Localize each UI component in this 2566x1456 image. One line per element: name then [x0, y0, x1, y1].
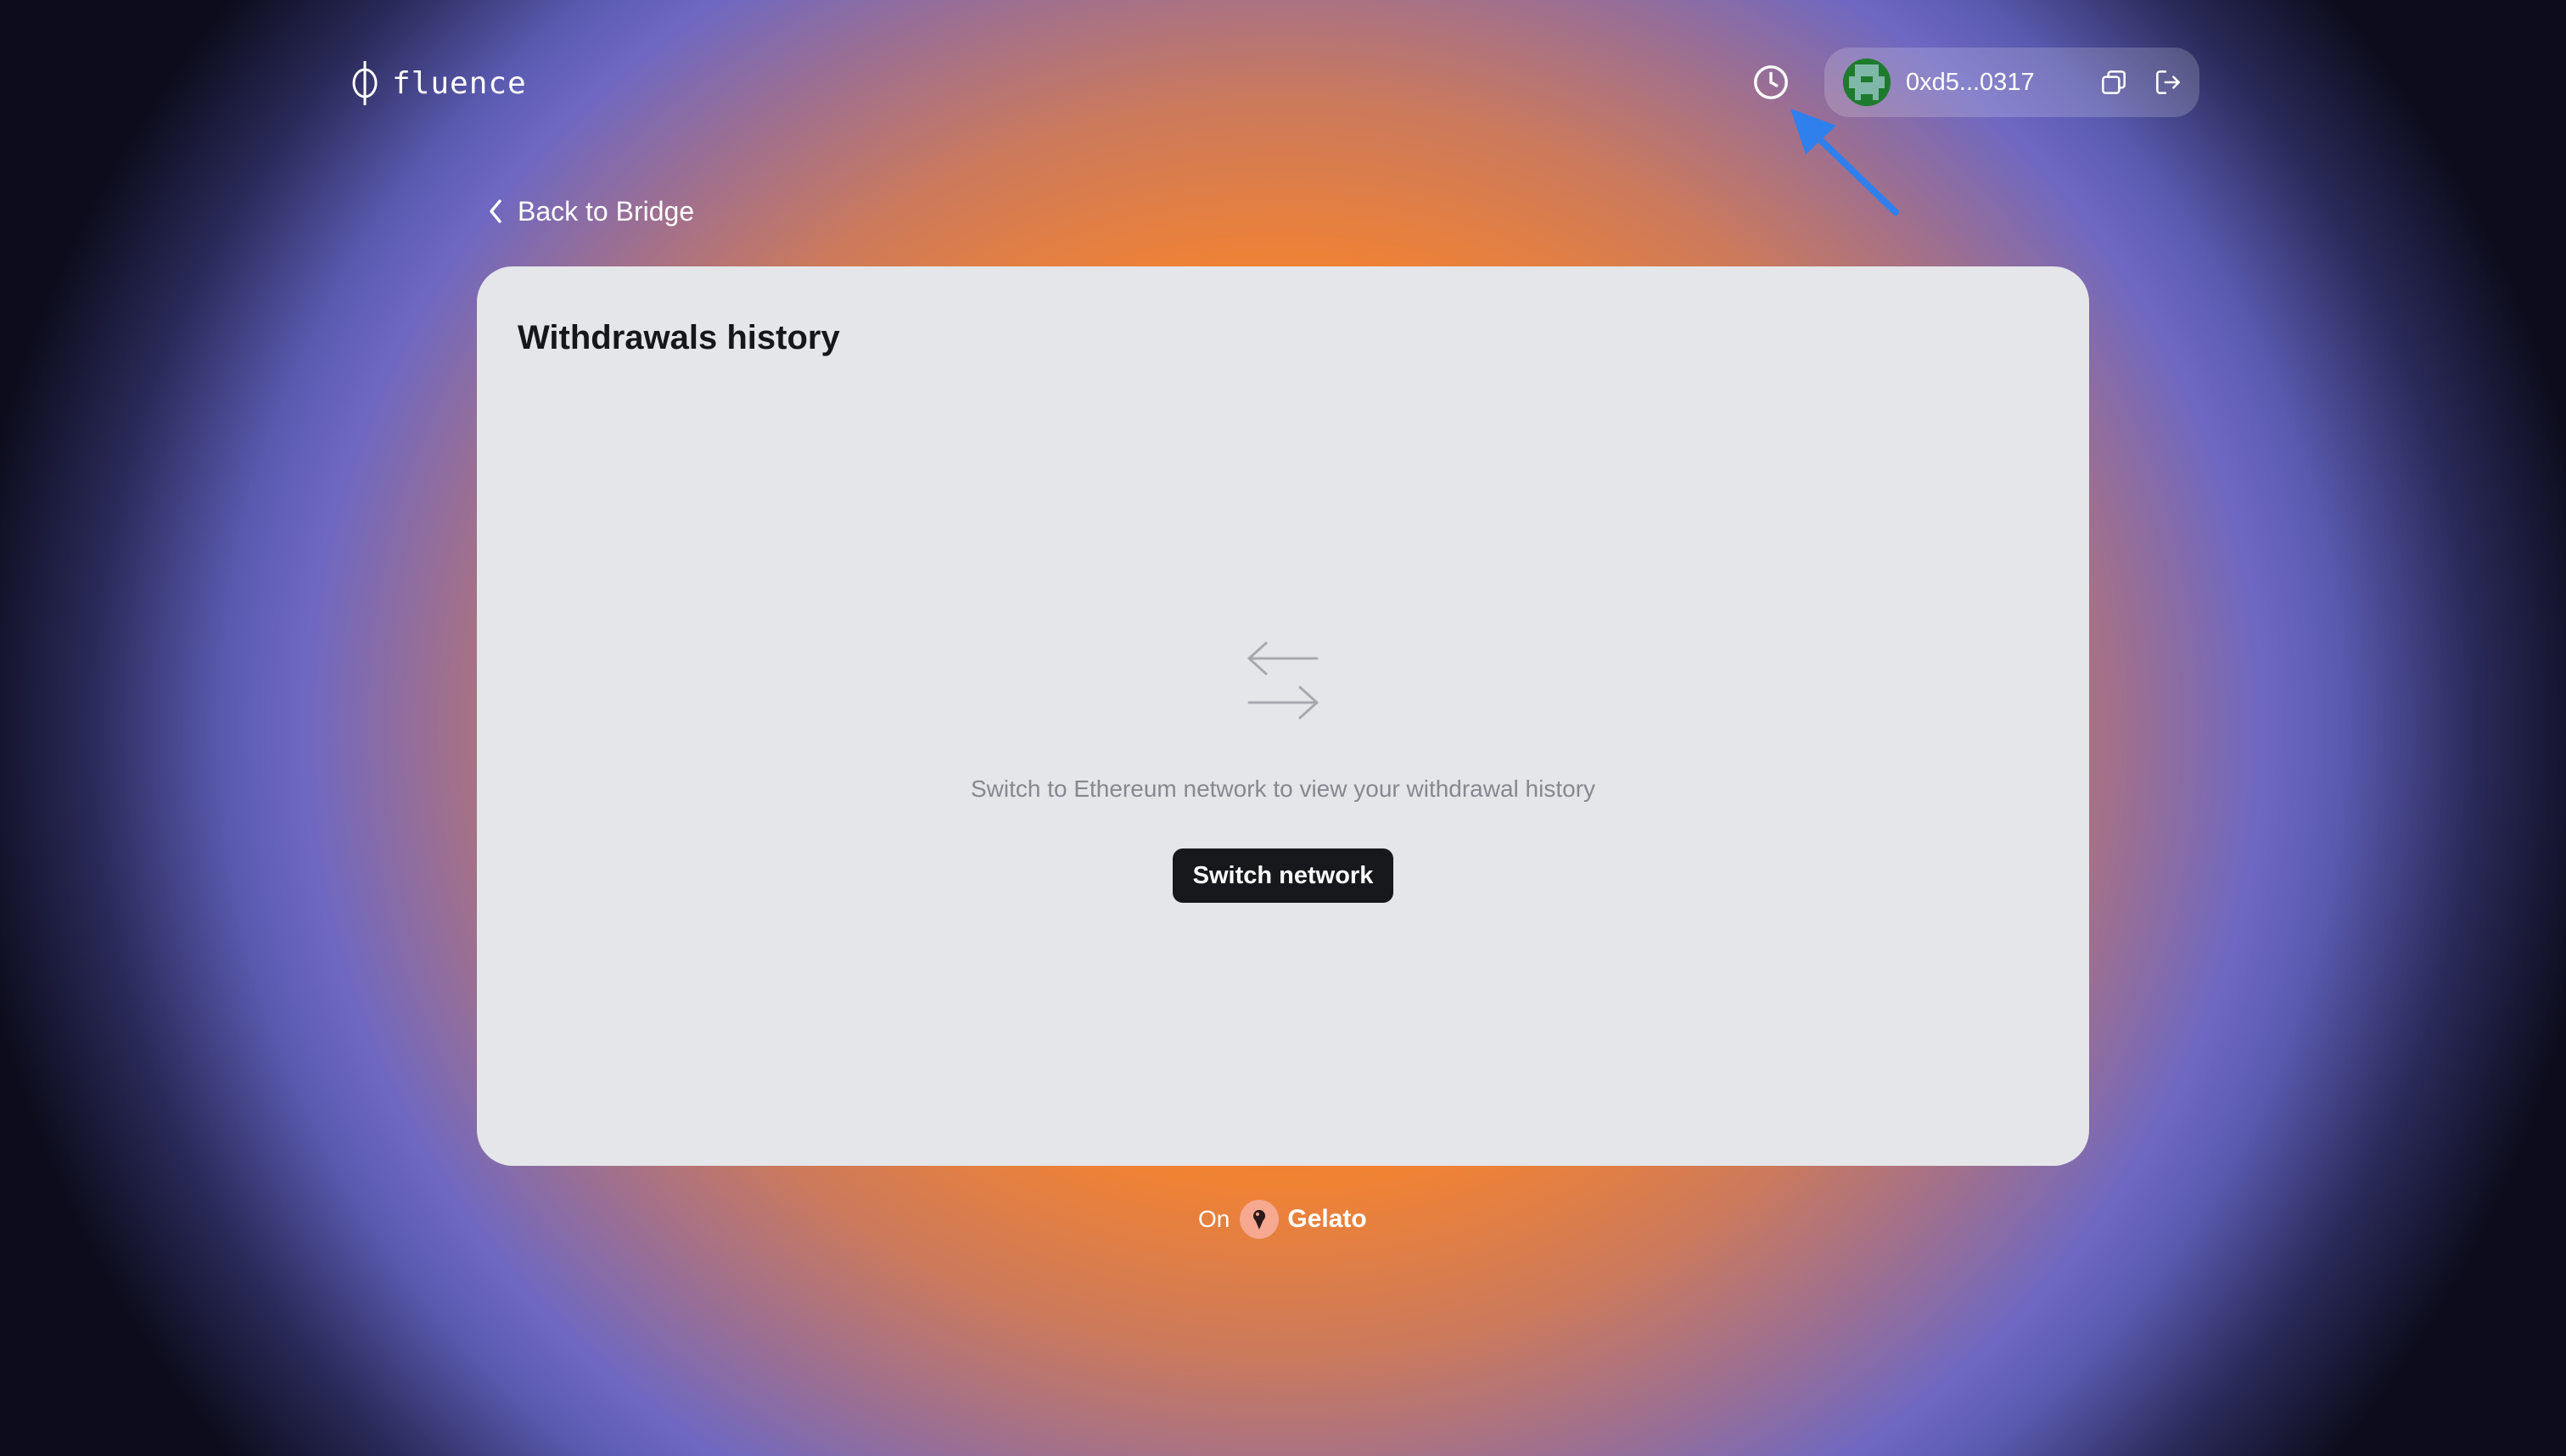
avatar-identicon [1843, 59, 1891, 106]
powered-by-footer: On Gelato [1198, 1198, 1367, 1240]
copy-address-button[interactable] [2094, 63, 2133, 102]
copy-icon [2102, 70, 2126, 94]
page-title: Withdrawals history [518, 319, 840, 356]
swap-arrows-icon [1247, 641, 1319, 720]
footer-prefix: On [1198, 1206, 1230, 1232]
gelato-icon [1240, 1200, 1280, 1239]
empty-state-message: Switch to Ethereum network to view your … [970, 776, 1596, 802]
chevron-left-icon [490, 199, 501, 223]
logout-button[interactable] [2149, 63, 2188, 102]
avatar [1843, 59, 1891, 106]
logout-icon [2156, 70, 2180, 94]
annotation-arrow [1790, 109, 1899, 216]
fluence-logo[interactable]: fluence [348, 58, 527, 109]
logo-text: fluence [392, 65, 527, 101]
wallet-address[interactable]: 0xd5...0317 [1906, 69, 2059, 97]
clock-icon [1754, 65, 1788, 99]
gelato-cone-icon [1253, 1210, 1266, 1229]
switch-network-button[interactable]: Switch network [1173, 848, 1393, 903]
history-button[interactable] [1750, 61, 1792, 104]
gelato-brand[interactable]: Gelato [1287, 1205, 1366, 1234]
fluence-logo-icon [352, 61, 378, 105]
withdrawals-card: Withdrawals history Switch to Ethereum n… [477, 266, 2089, 1166]
back-link-label: Back to Bridge [518, 195, 695, 227]
back-to-bridge-link[interactable]: Back to Bridge [485, 192, 694, 231]
